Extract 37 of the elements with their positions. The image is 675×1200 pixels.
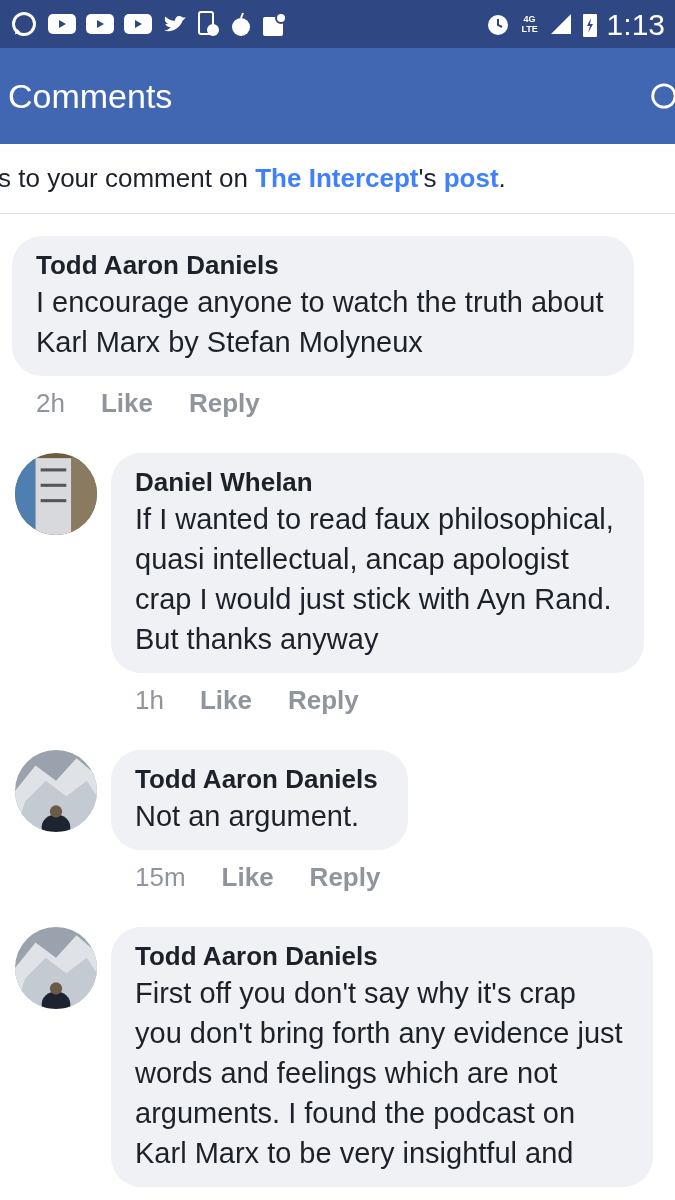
comment-text-line: words and feelings which are not [135,1056,559,1091]
comment-text-line: But thanks anyway [135,622,380,657]
network-label: 4G LTE [520,14,539,34]
reply-link[interactable]: Reply [188,384,260,423]
video-play-icon [124,14,152,34]
comment-author[interactable]: Todd Aaron Daniels [135,939,623,973]
like-link[interactable]: Like [221,858,274,897]
video-play-icon [86,14,114,34]
comment-text-line: I encourage anyone to watch the truth about [36,285,604,320]
page-title: Comments [8,75,173,117]
comment-text-line: Karl Marx to be very insightful and [135,1136,575,1171]
search-icon[interactable] [649,81,675,111]
clock-time: 1:13 [606,6,665,43]
tablet-clock-icon [198,11,220,37]
comment-text-line: crap I would just stick with Ayn Rand. [135,582,613,617]
comment-text-line: arguments. I found the podcast on [135,1096,577,1131]
bomb-icon [230,11,252,37]
comment-time: 1h [135,684,164,717]
comment-author[interactable]: Todd Aaron Daniels [36,248,604,282]
battery-charging-icon [582,11,597,37]
comment-text-line: quasi intellectual, ancap apologist [135,542,570,577]
notice-link[interactable]: post [443,163,499,193]
reply-link[interactable]: Reply [309,858,381,897]
like-link[interactable]: Like [199,681,252,720]
video-play-icon [48,14,76,34]
comment-time: 15m [135,861,186,894]
reply-link[interactable]: Reply [287,681,359,720]
comment-author[interactable]: Todd Aaron Daniels [135,762,378,796]
comment-text-line: Not an argument. [135,799,361,834]
comment-text-line: First off you don't say why it's crap [135,976,577,1011]
comment-author[interactable]: Daniel Whelan [135,465,614,499]
comment-text-line: you don't bring forth any evidence just [135,1016,623,1051]
comment-text-line: If I wanted to read faux philosophical, [135,502,614,537]
like-link[interactable]: Like [100,384,153,423]
notice-link[interactable]: The Intercept [255,163,419,193]
comment-time: 2h [36,387,65,420]
comment-text-line: Karl Marx by Stefan Molyneux [36,325,424,360]
